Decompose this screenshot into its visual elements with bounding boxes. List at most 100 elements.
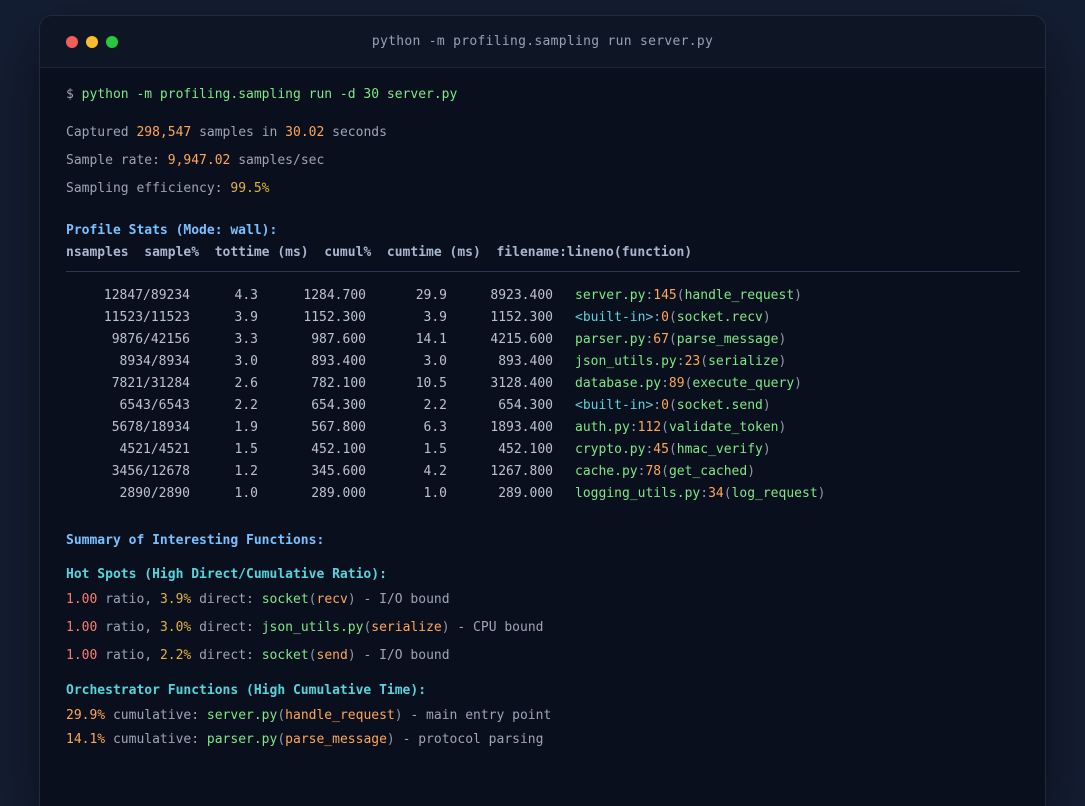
profile-row: 9876/42156 3.3 987.600 14.1 4215.600 parser.p…	[66, 329, 1020, 351]
cumtime-cell: 8923.400	[490, 288, 553, 303]
cumul-percent-cell: 6.3	[423, 420, 447, 435]
cumul-percent-cell: 1.0	[423, 486, 447, 501]
close-paren: )	[762, 398, 771, 413]
close-paren: )	[386, 732, 395, 747]
terminal-window: python -m profiling.sampling run server.…	[40, 16, 1045, 806]
close-paren: )	[747, 464, 756, 479]
cumul-percent-cell: 2.2	[423, 398, 447, 413]
filename: logging_utils.py	[575, 486, 701, 501]
line-number: 67	[653, 332, 669, 347]
filename: server.py	[575, 288, 646, 303]
sample-rate-line: Sample rate: 9,947.02 samples/sec	[66, 150, 1020, 172]
open-paren: (	[308, 592, 317, 607]
open-paren: (	[723, 486, 732, 501]
function-name: socket.recv	[676, 310, 763, 325]
open-paren: (	[277, 732, 286, 747]
sample-percent-cell: 2.6	[234, 376, 258, 391]
ratio-label: ratio,	[97, 648, 160, 663]
close-paren: )	[794, 288, 802, 303]
function-cell: <built-in>:0(socket.recv)	[553, 307, 1020, 329]
hot-spot-member: serialize	[371, 620, 442, 635]
function-name: execute_query	[692, 376, 795, 391]
function-name: hmac_verify	[676, 442, 763, 457]
profile-row: 3456/12678 1.2 345.600 4.2 1267.800 cache.py:…	[66, 461, 1020, 483]
line-number: 0	[661, 398, 669, 413]
close-paren: )	[762, 310, 771, 325]
command-line: $ python -m profiling.sampling run -d 30…	[66, 84, 1020, 106]
cumtime-cell: 1267.800	[490, 464, 553, 479]
captured-sample-count: 298,547	[136, 125, 192, 140]
sample-rate-unit: samples/sec	[230, 153, 325, 168]
open-paren: (	[277, 708, 286, 723]
cumtime-cell: 289.000	[498, 486, 553, 501]
cumul-percent-cell: 29.9	[415, 288, 447, 303]
close-paren: )	[817, 486, 826, 501]
line-number: 112	[637, 420, 662, 435]
efficiency-line: Sampling efficiency: 99.5%	[66, 178, 1020, 200]
hot-spot-note: - CPU bound	[449, 620, 544, 635]
profile-row: 8934/8934 3.0 893.400 3.0 893.400 json_utils.…	[66, 351, 1020, 373]
close-paren: )	[347, 592, 356, 607]
sample-percent-cell: 2.2	[234, 398, 258, 413]
tottime-cell: 1284.700	[303, 288, 366, 303]
open-paren: (	[668, 332, 677, 347]
profile-stats-heading: Profile Stats (Mode: wall):	[66, 223, 278, 238]
open-paren: (	[661, 420, 669, 435]
sample-rate-label: Sample rate:	[66, 153, 168, 168]
hot-spot-member: recv	[316, 592, 348, 607]
close-paren: )	[794, 376, 802, 391]
colon-separator: :	[629, 420, 638, 435]
close-paren: )	[394, 708, 403, 723]
hot-spot-target: json_utils.py	[261, 620, 364, 635]
direct-label: direct:	[191, 648, 262, 663]
cumtime-cell: 893.400	[498, 354, 553, 369]
function-cell: parser.py:67(parse_message)	[553, 329, 1020, 351]
colon-separator: :	[661, 376, 669, 391]
open-paren: (	[668, 442, 677, 457]
hot-spot-note: - I/O bound	[355, 648, 450, 663]
function-cell: crypto.py:45(hmac_verify)	[553, 439, 1020, 461]
hot-spot-percent: 3.9%	[159, 592, 192, 607]
function-name: handle_request	[684, 288, 795, 303]
hot-spot-note: - I/O bound	[355, 592, 450, 607]
close-paren: )	[762, 442, 771, 457]
sample-percent-cell: 1.2	[234, 464, 258, 479]
orchestrator-member: parse_message	[285, 732, 387, 747]
nsamples-cell: 2890/2890	[119, 486, 190, 501]
filename: crypto.py	[575, 442, 646, 457]
zoom-window-button[interactable]	[106, 35, 118, 48]
profile-row: 6543/6543 2.2 654.300 2.2 654.300 <built-in>:…	[66, 395, 1020, 417]
function-cell: cache.py:78(get_cached)	[553, 461, 1020, 483]
cumul-percent-cell: 1.5	[423, 442, 447, 457]
cumtime-cell: 452.100	[498, 442, 553, 457]
nsamples-cell: 7821/31284	[111, 376, 190, 391]
orchestrator-member: handle_request	[285, 708, 395, 723]
cumul-percent-cell: 14.1	[415, 332, 447, 347]
line-number: 145	[653, 288, 677, 303]
orchestrator-percent: 14.1%	[66, 732, 106, 747]
orchestrator-note: - protocol parsing	[394, 732, 544, 747]
nsamples-cell: 6543/6543	[119, 398, 190, 413]
tottime-cell: 345.600	[311, 464, 366, 479]
close-window-button[interactable]	[66, 35, 78, 48]
filename: database.py	[575, 376, 662, 391]
open-paren: (	[668, 398, 677, 413]
terminal-titlebar[interactable]: python -m profiling.sampling run server.…	[40, 16, 1045, 68]
function-cell: logging_utils.py:34(log_request)	[553, 483, 1020, 505]
open-paren: (	[700, 354, 709, 369]
nsamples-cell: 3456/12678	[111, 464, 190, 479]
orchestrator-percent: 29.9%	[66, 708, 106, 723]
orchestrator-note: - main entry point	[402, 708, 552, 723]
sample-rate-value: 9,947.02	[167, 153, 231, 168]
close-paren: )	[347, 648, 356, 663]
open-paren: (	[308, 648, 317, 663]
nsamples-cell: 4521/4521	[119, 442, 190, 457]
tottime-cell: 782.100	[311, 376, 366, 391]
filename: json_utils.py	[575, 354, 677, 369]
profile-stats-table: 12847/89234 4.3 1284.700 29.9 8923.400 server…	[66, 285, 1020, 505]
minimize-window-button[interactable]	[86, 35, 98, 48]
captured-line: Captured 298,547 samples in 30.02 second…	[66, 122, 1020, 144]
hot-spot-ratio: 1.00	[66, 648, 98, 663]
colon-separator: :	[653, 310, 662, 325]
hot-spot-line: 1.00 ratio, 3.0% direct: json_utils.py(s…	[66, 617, 1020, 639]
